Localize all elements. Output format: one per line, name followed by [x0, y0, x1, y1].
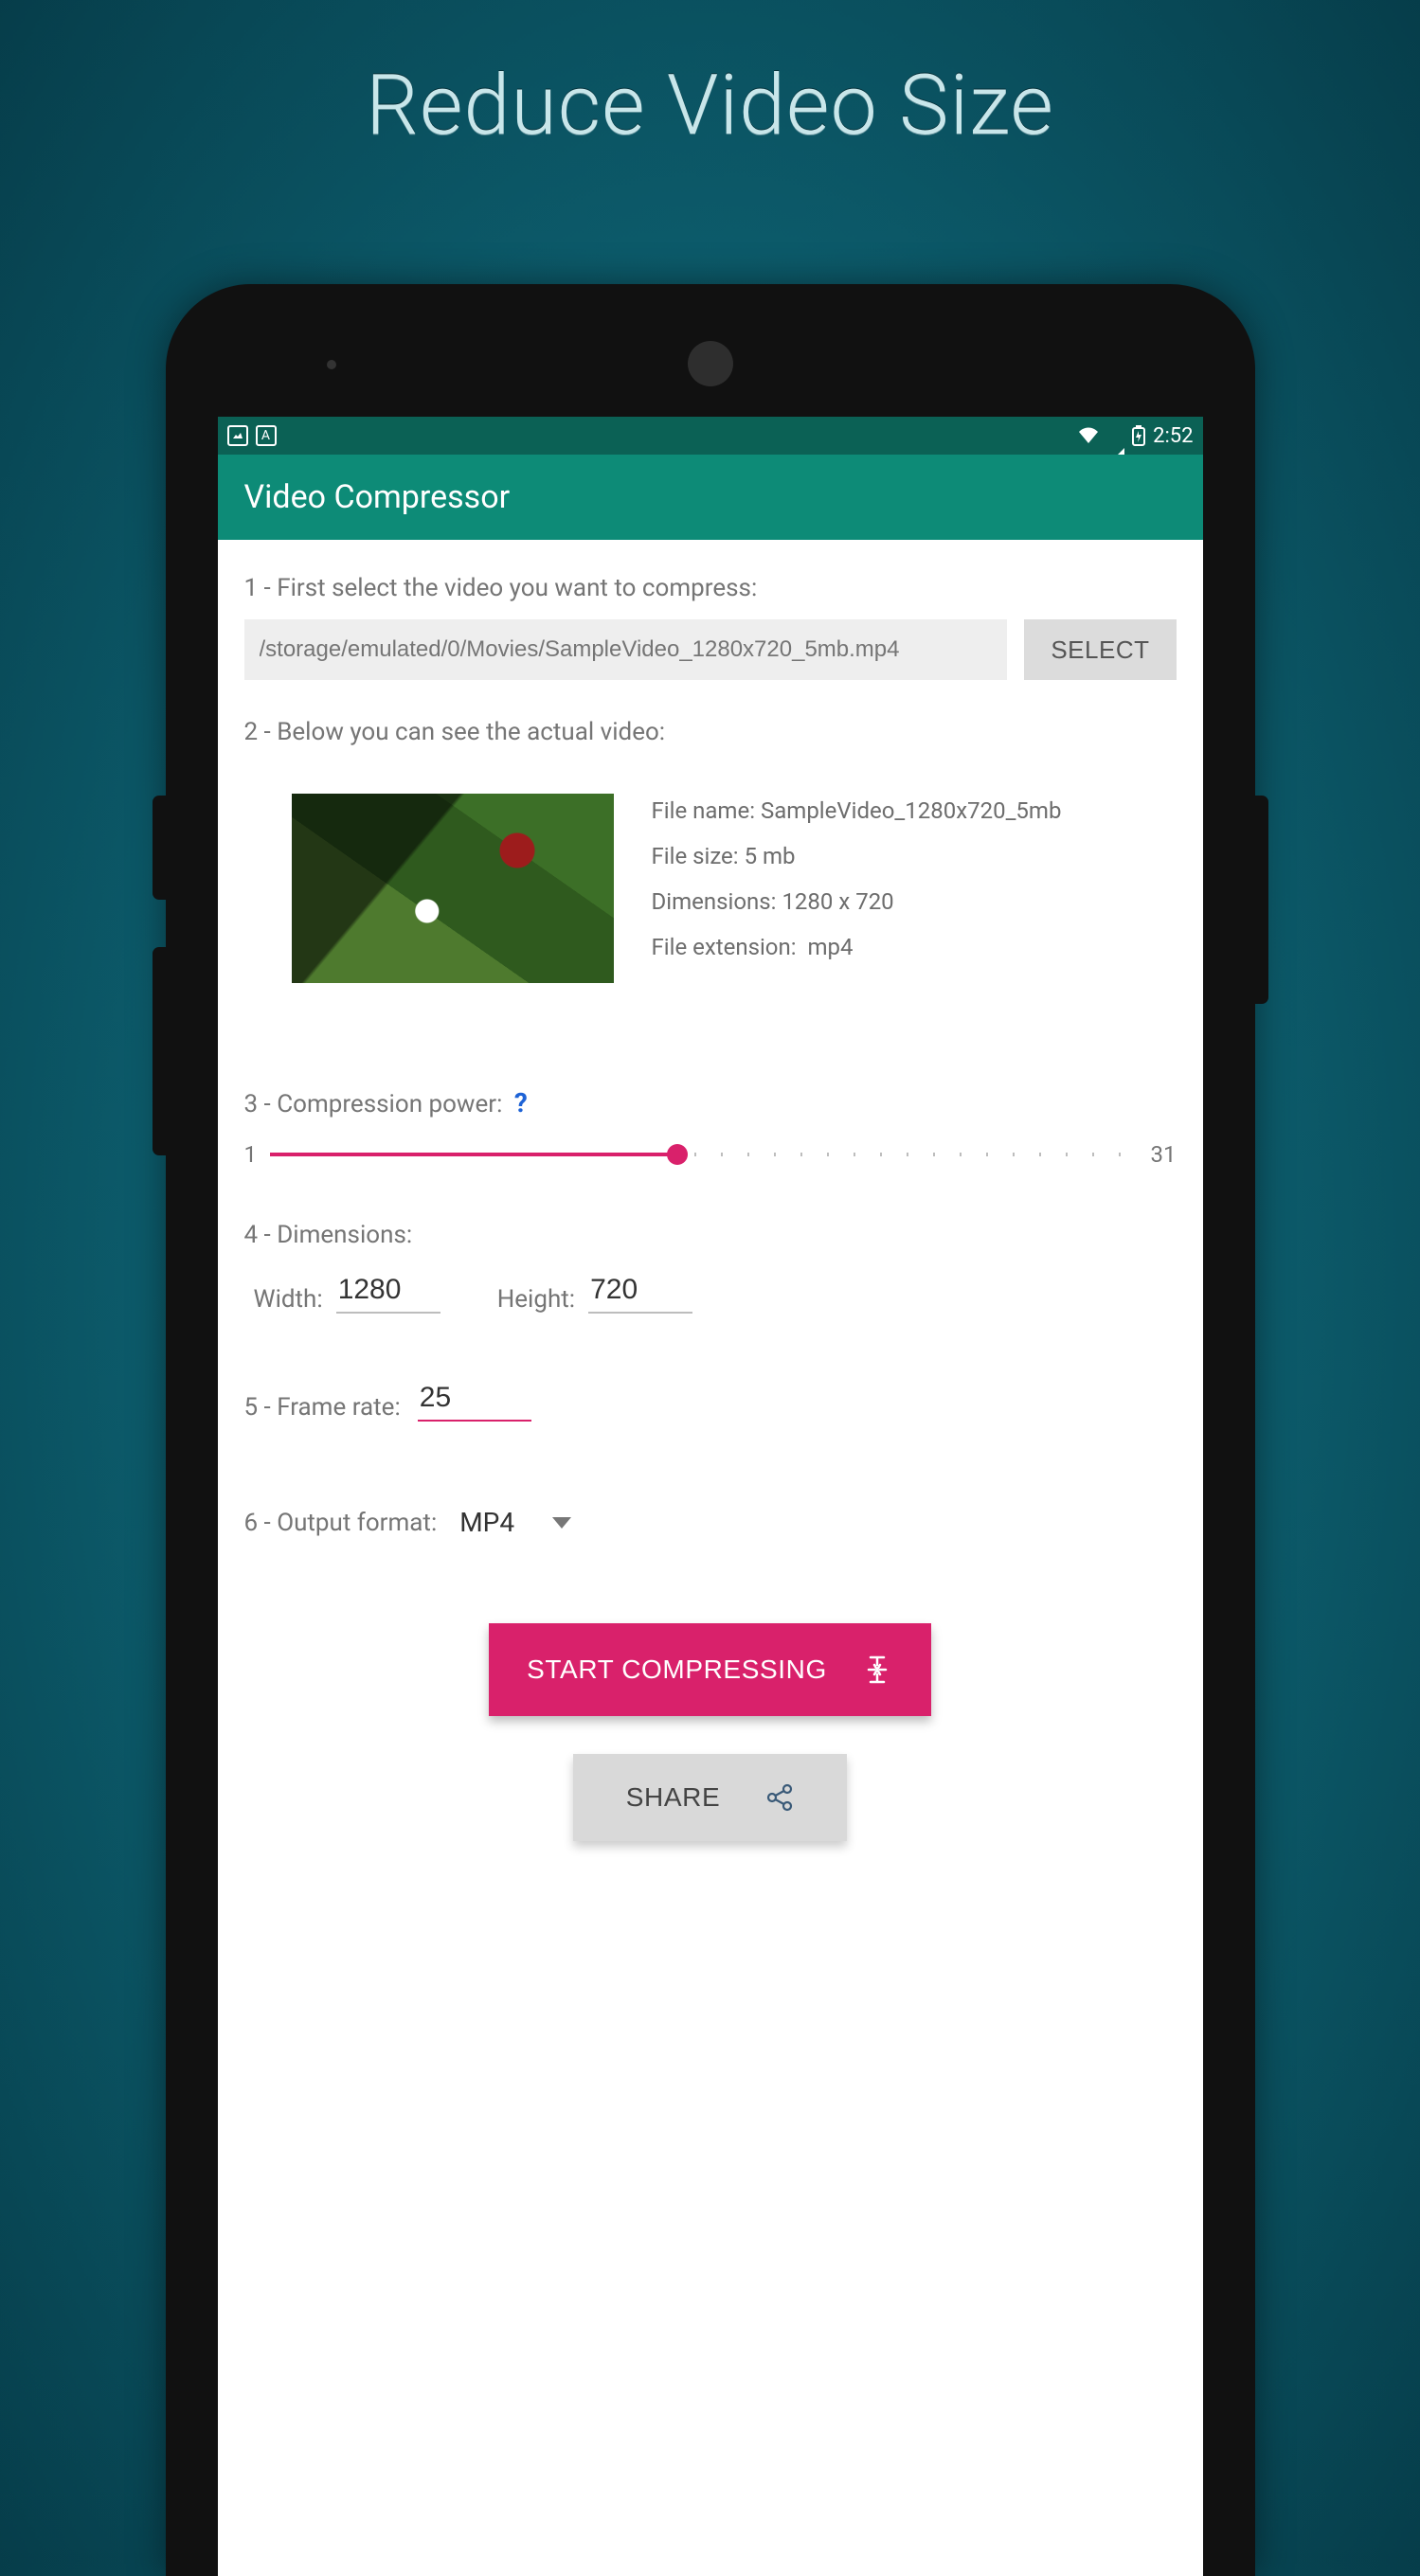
share-button[interactable]: SHARE: [573, 1754, 847, 1841]
promo-title: Reduce Video Size: [0, 0, 1420, 154]
file-path-input[interactable]: [244, 619, 1008, 680]
dropdown-value: MP4: [459, 1507, 514, 1538]
phone-screen: A 2:52 Video Compressor 1 - First select…: [218, 417, 1203, 2576]
step3-label: 3 - Compression power: ?: [244, 1087, 1177, 1118]
meta-filename: SampleVideo_1280x720_5mb: [761, 797, 1061, 824]
image-icon: [227, 425, 248, 446]
phone-side-button: [153, 947, 166, 1155]
height-label: Height:: [497, 1285, 575, 1314]
chevron-down-icon: [552, 1517, 571, 1529]
slider-fill: [270, 1153, 677, 1156]
app-title: Video Compressor: [244, 478, 511, 516]
app-bar: Video Compressor: [218, 455, 1203, 540]
app-content: 1 - First select the video you want to c…: [218, 540, 1203, 2576]
step4-label: 4 - Dimensions:: [244, 1221, 1177, 1249]
height-input[interactable]: [588, 1272, 692, 1314]
wifi-icon: [1077, 426, 1100, 445]
step1-label: 1 - First select the video you want to c…: [244, 574, 1177, 602]
meta-extension: mp4: [807, 934, 853, 960]
start-compressing-button[interactable]: START COMPRESSING: [489, 1623, 931, 1716]
slider-min: 1: [244, 1141, 258, 1168]
phone-side-button: [153, 796, 166, 900]
share-icon: [765, 1783, 794, 1812]
meta-dimensions: 1280 x 720: [782, 888, 893, 915]
select-button[interactable]: SELECT: [1024, 619, 1176, 680]
battery-icon: [1132, 425, 1145, 446]
phone-side-button: [1255, 796, 1268, 1004]
step5-label: 5 - Frame rate:: [244, 1393, 401, 1422]
app-notification-icon: A: [256, 425, 277, 446]
compression-slider[interactable]: [270, 1136, 1138, 1173]
signal-icon: [1107, 424, 1124, 448]
framerate-input[interactable]: [418, 1380, 531, 1422]
status-time: 2:52: [1153, 424, 1193, 448]
step6-label: 6 - Output format:: [244, 1509, 438, 1537]
meta-filesize: 5 mb: [745, 843, 796, 869]
slider-thumb[interactable]: [667, 1144, 688, 1165]
compress-icon: [861, 1654, 893, 1686]
phone-frame: A 2:52 Video Compressor 1 - First select…: [166, 284, 1255, 2576]
status-bar: A 2:52: [218, 417, 1203, 455]
start-label: START COMPRESSING: [527, 1655, 827, 1685]
help-icon[interactable]: ?: [514, 1087, 528, 1118]
width-label: Width:: [254, 1285, 323, 1314]
output-format-dropdown[interactable]: MP4: [459, 1507, 571, 1538]
video-metadata: File name: SampleVideo_1280x720_5mb File…: [652, 794, 1062, 983]
slider-max: 31: [1151, 1141, 1177, 1168]
width-input[interactable]: [336, 1272, 440, 1314]
share-label: SHARE: [626, 1782, 720, 1813]
video-thumbnail[interactable]: [292, 794, 614, 983]
step2-label: 2 - Below you can see the actual video:: [244, 718, 1177, 746]
